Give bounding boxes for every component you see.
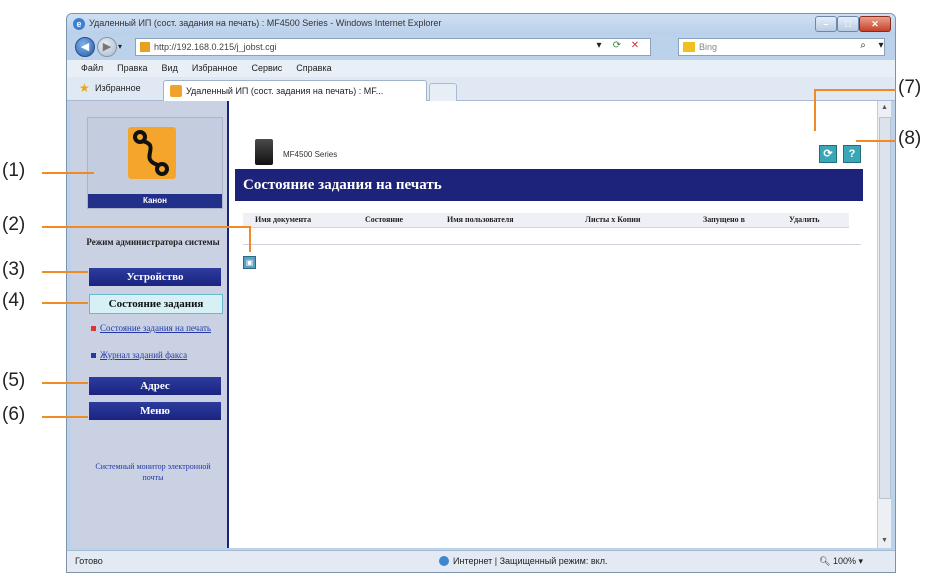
logo-caption: Канон <box>88 194 222 208</box>
menu-edit[interactable]: Правка <box>117 60 147 77</box>
callout-3: (3) <box>2 259 26 280</box>
callout-8-line <box>856 140 896 142</box>
zoom-text: 100% <box>832 556 856 566</box>
browser-tab[interactable]: Удаленный ИП (сост. задания на печать) :… <box>163 80 427 101</box>
address-row: ◀ ▶ ▾ http://192.168.0.215/j_jobst.cgi ▾… <box>67 34 895 60</box>
callout-3-line <box>42 271 88 273</box>
callout-5: (5) <box>2 370 26 391</box>
job-table-header: Имя документа Состояние Имя пользователя… <box>243 213 849 228</box>
status-text: Готово <box>75 556 103 566</box>
back-button[interactable]: ◀ <box>75 37 95 57</box>
callout-6: (6) <box>2 404 26 425</box>
title-bar: e Удаленный ИП (сост. задания на печать)… <box>67 14 895 34</box>
search-input[interactable]: Bing <box>678 38 885 56</box>
favorites-button[interactable]: Избранное <box>95 83 141 93</box>
sidebar: Канон Режим администратора системы Устро… <box>71 101 229 548</box>
zoom-icon: 🔍︎ <box>819 556 833 566</box>
sublink-label: Состояние задания на печать <box>100 323 212 333</box>
address-text: http://192.168.0.215/j_jobst.cgi <box>154 42 277 52</box>
column-delete: Удалить <box>789 215 820 224</box>
tab-favicon-icon <box>170 85 182 97</box>
callout-4-line <box>42 302 88 304</box>
callout-1-line <box>42 172 94 174</box>
printer-icon <box>255 139 273 165</box>
main-panel: MF4500 Series ⟳ ? Состояние задания на п… <box>229 101 877 548</box>
callout-7-line-vertical <box>814 89 816 131</box>
scroll-up-icon[interactable]: ▲ <box>878 102 891 114</box>
sidebar-link-fax-log[interactable]: Журнал заданий факса <box>91 349 223 362</box>
column-sheets-copies: Листы х Копии <box>585 215 641 224</box>
browser-window: e Удаленный ИП (сост. задания на печать)… <box>66 13 896 573</box>
menu-bar: Файл Правка Вид Избранное Сервис Справка <box>67 60 895 77</box>
sidebar-link-print-job-status[interactable]: Состояние задания на печать <box>91 322 223 335</box>
page-title: Состояние задания на печать <box>235 169 863 201</box>
help-button[interactable]: ? <box>843 145 861 163</box>
callout-6-line <box>42 416 88 418</box>
callout-7-line <box>814 89 896 91</box>
logo-glyph <box>133 130 169 176</box>
callout-2-line <box>42 226 250 228</box>
device-button[interactable]: Устройство <box>89 268 221 286</box>
menu-favorites[interactable]: Избранное <box>192 60 238 77</box>
email-monitor-link[interactable]: Системный монитор электронной почты <box>91 461 215 483</box>
scroll-down-icon[interactable]: ▼ <box>878 535 891 547</box>
maximize-button[interactable]: □ <box>837 16 859 32</box>
job-status-button[interactable]: Состояние задания <box>89 294 223 314</box>
bullet-icon <box>91 326 96 332</box>
favorites-bar: ★ Избранное Удаленный ИП (сост. задания … <box>67 77 895 102</box>
zone-text: Интернет | Защищенный режим: вкл. <box>453 556 608 566</box>
address-dropdown-icon[interactable]: ▾ <box>593 40 605 52</box>
column-started-at: Запущено в <box>703 215 745 224</box>
search-options-icon[interactable]: ▾ <box>875 40 887 52</box>
window-title: Удаленный ИП (сост. задания на печать) :… <box>89 18 442 28</box>
callout-1: (1) <box>2 160 26 181</box>
refresh-button[interactable]: ⟳ <box>819 145 837 163</box>
stop-icon[interactable]: ✕ <box>629 40 641 52</box>
ie-icon: e <box>73 18 85 30</box>
bullet-icon <box>91 353 96 359</box>
column-document-name: Имя документа <box>255 215 312 224</box>
device-status-icon[interactable]: ▣ <box>243 256 256 269</box>
history-dropdown-icon[interactable]: ▾ <box>118 42 122 51</box>
menu-button[interactable]: Меню <box>89 402 221 420</box>
status-bar: Готово Интернет | Защищенный режим: вкл.… <box>67 550 895 572</box>
site-icon <box>140 42 150 52</box>
bing-icon <box>683 42 695 52</box>
callout-2: (2) <box>2 214 26 235</box>
close-button[interactable]: ✕ <box>859 16 891 32</box>
column-status: Состояние <box>365 215 404 224</box>
address-bar[interactable]: http://192.168.0.215/j_jobst.cgi <box>135 38 651 56</box>
forward-button[interactable]: ▶ <box>97 37 117 57</box>
globe-icon <box>439 556 449 566</box>
search-icon[interactable]: ⌕ <box>857 40 869 52</box>
scroll-thumb[interactable] <box>879 117 891 499</box>
callout-5-line <box>42 382 88 384</box>
callout-2-line-vertical <box>249 226 251 252</box>
new-tab-button[interactable] <box>429 83 457 102</box>
callout-7: (7) <box>898 77 922 98</box>
callout-8: (8) <box>898 128 922 149</box>
model-name: MF4500 Series <box>283 150 338 159</box>
security-zone[interactable]: Интернет | Защищенный режим: вкл. <box>439 556 607 566</box>
page-content: Канон Режим администратора системы Устро… <box>71 101 891 548</box>
table-divider <box>243 244 861 245</box>
sublink-label: Журнал заданий факса <box>100 350 188 360</box>
tab-title: Удаленный ИП (сост. задания на печать) :… <box>186 86 384 96</box>
favorites-star-icon[interactable]: ★ <box>79 82 91 94</box>
menu-view[interactable]: Вид <box>162 60 178 77</box>
logo-panel[interactable]: Канон <box>87 117 223 209</box>
address-book-button[interactable]: Адрес <box>89 377 221 395</box>
refresh-icon[interactable]: ⟳ <box>611 40 623 52</box>
menu-tools[interactable]: Сервис <box>251 60 282 77</box>
column-user-name: Имя пользователя <box>447 215 514 224</box>
menu-help[interactable]: Справка <box>296 60 331 77</box>
minimize-button[interactable]: – <box>815 16 837 32</box>
vertical-scrollbar[interactable]: ▲ ▼ <box>877 101 891 548</box>
zoom-level[interactable]: 🔍︎ 100% ▾ <box>819 556 863 567</box>
menu-file[interactable]: Файл <box>81 60 103 77</box>
callout-4: (4) <box>2 290 26 311</box>
admin-mode-label: Режим администратора системы <box>86 237 220 247</box>
search-placeholder: Bing <box>699 42 718 52</box>
remote-ui-logo-icon <box>128 127 176 179</box>
